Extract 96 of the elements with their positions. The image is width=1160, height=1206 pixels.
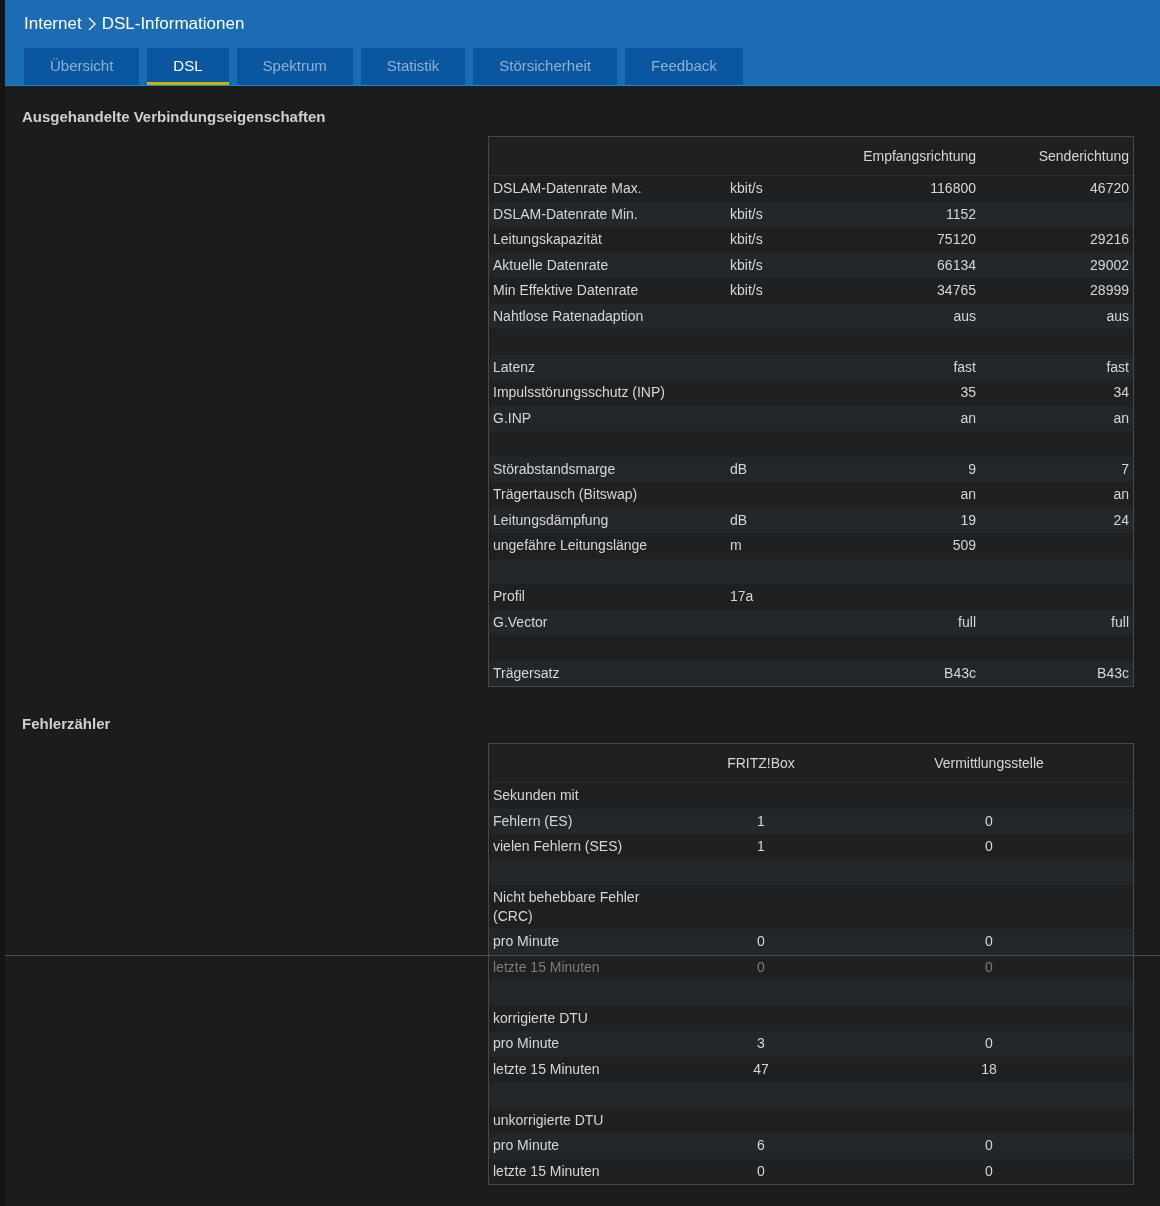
table-cell-text: 0 — [984, 1136, 994, 1156]
row-label: Latenz — [492, 357, 537, 377]
row-label: Trägertausch (Bitswap) — [492, 485, 639, 505]
table-cell-text: dB — [729, 459, 749, 479]
table-cell-text: full — [1110, 612, 1130, 632]
row-label: korrigierte DTU — [492, 1008, 589, 1028]
table-cell-text: aus — [952, 306, 977, 326]
table-cell-text: 7 — [1120, 459, 1130, 479]
row-label: letzte 15 Minuten — [492, 957, 601, 977]
row-label: G.INP — [492, 408, 533, 428]
section-title: Fehlerzähler — [22, 715, 112, 732]
row-label: unkorrigierte DTU — [492, 1110, 605, 1130]
table-cell-text: 19 — [959, 510, 977, 530]
table-cell-text: dB — [729, 510, 749, 530]
table-cell-text: 17a — [729, 587, 755, 607]
table-cell-text: 66134 — [936, 255, 977, 275]
table-cell-text: kbit/s — [729, 230, 764, 250]
row-label: letzte 15 Minuten — [492, 1161, 601, 1181]
table-cell-text: fast — [952, 357, 977, 377]
table-cell-text: 0 — [984, 1034, 994, 1054]
table-cell-text: kbit/s — [729, 204, 764, 224]
table-cell-text: 1 — [756, 837, 766, 857]
row-label: ungefähre Leitungslänge — [492, 536, 649, 556]
table-cell-text: 0 — [984, 932, 994, 952]
table-cell-text: 0 — [984, 1161, 994, 1181]
table-cell-text: 29216 — [1089, 230, 1130, 250]
table-cell-text: 18 — [980, 1059, 998, 1079]
table-cell-text: 0 — [756, 1161, 766, 1181]
row-label: Nicht behebbare Fehler (CRC) — [492, 888, 641, 926]
table-cell-text: an — [959, 408, 977, 428]
row-label: DSLAM-Datenrate Max. — [492, 179, 643, 199]
tab[interactable]: DSL — [147, 48, 229, 85]
table-cell-text: 1 — [756, 811, 766, 831]
tab[interactable]: Feedback — [625, 48, 743, 85]
row-label: Störabstandsmarge — [492, 459, 617, 479]
table-cell-text: an — [959, 485, 977, 505]
table-cell-text: B43c — [943, 663, 977, 683]
chevron-icon — [87, 17, 96, 31]
column-header: Vermittlungsstelle — [933, 753, 1045, 773]
table-cell-text: 46720 — [1089, 179, 1130, 199]
row-label: pro Minute — [492, 1034, 561, 1054]
table-cell-text: 0 — [984, 837, 994, 857]
table-cell-text: kbit/s — [729, 255, 764, 275]
table-cell-text: 34765 — [936, 281, 977, 301]
row-label: Fehlern (ES) — [492, 811, 574, 831]
row-label: Aktuelle Datenrate — [492, 255, 610, 275]
table-cell-text: 3 — [756, 1034, 766, 1054]
table-cell-text: 24 — [1112, 510, 1130, 530]
column-header: FRITZ!Box — [726, 753, 796, 773]
table-cell-text: 509 — [951, 536, 977, 556]
column-header: Empfangsrichtung — [862, 146, 977, 166]
row-label: vielen Fehlern (SES) — [492, 837, 624, 857]
tab[interactable]: Störsicherheit — [473, 48, 617, 85]
row-label: Trägersatz — [492, 663, 561, 683]
row-label: letzte 15 Minuten — [492, 1059, 601, 1079]
row-label: Profil — [492, 587, 526, 607]
row-label: Nahtlose Ratenadaption — [492, 306, 645, 326]
breadcrumb-link[interactable]: Internet — [24, 14, 82, 34]
table-cell-text: B43c — [1096, 663, 1130, 683]
row-label: DSLAM-Datenrate Min. — [492, 204, 639, 224]
table-cell-text: 35 — [959, 383, 977, 403]
row-label: G.Vector — [492, 612, 549, 632]
column-header: Senderichtung — [1037, 146, 1130, 166]
table-cell-text: m — [729, 536, 743, 556]
row-label: Min Effektive Datenrate — [492, 281, 640, 301]
row-label: pro Minute — [492, 932, 561, 952]
row-label: pro Minute — [492, 1136, 561, 1156]
table-cell-text: 75120 — [936, 230, 977, 250]
row-label: Leitungsdämpfung — [492, 510, 610, 530]
table-cell-text: aus — [1105, 306, 1130, 326]
table-cell-text: kbit/s — [729, 281, 764, 301]
table-cell-text: 6 — [756, 1136, 766, 1156]
tab[interactable]: Statistik — [360, 48, 466, 85]
table-cell-text: 9 — [967, 459, 977, 479]
table-cell-text: an — [1112, 408, 1130, 428]
table-cell-text: 0 — [756, 957, 766, 977]
table-cell-text: 34 — [1112, 383, 1130, 403]
table-cell-text: 0 — [984, 957, 994, 977]
row-label: Impulsstörungsschutz (INP) — [492, 383, 666, 403]
table-cell-text: kbit/s — [729, 179, 764, 199]
table-cell-text: fast — [1105, 357, 1130, 377]
table-cell-text: 116800 — [929, 179, 977, 199]
section-title: Ausgehandelte Verbindungseigenschaften — [22, 108, 327, 125]
row-label: Sekunden mit — [492, 786, 580, 806]
table-cell-text: an — [1112, 485, 1130, 505]
table-cell-text: 28999 — [1089, 281, 1130, 301]
table-cell-text: 0 — [984, 811, 994, 831]
row-label: Leitungskapazität — [492, 230, 603, 250]
table-cell-text: 29002 — [1089, 255, 1130, 275]
tab[interactable]: Spektrum — [236, 48, 353, 85]
table-cell-text: 1152 — [944, 204, 977, 224]
tab[interactable]: Übersicht — [24, 48, 140, 85]
breadcrumb-title: DSL-Informationen — [101, 14, 245, 34]
table-cell-text: 0 — [756, 932, 766, 952]
table-cell-text: 47 — [752, 1059, 770, 1079]
table-cell-text: full — [957, 612, 977, 632]
